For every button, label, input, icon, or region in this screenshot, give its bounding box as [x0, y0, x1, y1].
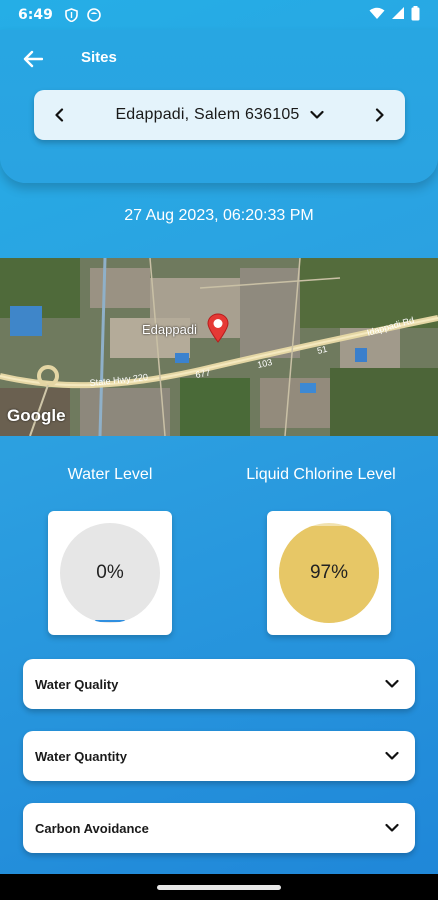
previous-site-button[interactable]	[34, 90, 84, 140]
chevron-right-icon	[375, 108, 384, 122]
chlorine-level-gauge: 97%	[279, 523, 379, 623]
chevron-down-icon	[383, 675, 401, 693]
status-time: 6:49	[18, 7, 53, 23]
home-gesture-handle[interactable]	[157, 884, 281, 890]
status-right-group	[369, 5, 420, 25]
chlorine-level-title: Liquid Chlorine Level	[246, 466, 396, 483]
google-logo: Google	[7, 406, 66, 425]
water-quantity-accordion[interactable]: Water Quantity	[23, 731, 415, 781]
system-navigation-bar	[0, 874, 438, 900]
chevron-left-icon	[55, 108, 64, 122]
chlorine-level-card[interactable]: 97%	[267, 511, 391, 635]
wifi-icon	[369, 7, 385, 24]
chevron-down-icon	[309, 110, 324, 119]
site-name: Edappadi, Salem 636105	[115, 106, 300, 123]
map-pin-icon[interactable]	[207, 313, 229, 347]
water-level-title: Water Level	[67, 466, 153, 483]
map-place-label: Edappadi	[142, 322, 197, 337]
accordion-label: Water Quantity	[35, 748, 127, 764]
chevron-down-icon	[383, 747, 401, 765]
status-bar: 6:49	[0, 0, 438, 30]
reading-timestamp: 27 Aug 2023, 06:20:33 PM	[124, 207, 314, 224]
page-title: Sites	[81, 49, 117, 66]
accordion-label: Carbon Avoidance	[35, 820, 149, 836]
site-dropdown[interactable]: Edappadi, Salem 636105	[84, 106, 355, 124]
back-button[interactable]	[20, 46, 46, 72]
chevron-down-icon	[383, 819, 401, 837]
smiley-icon	[87, 8, 101, 22]
signal-icon	[391, 6, 405, 24]
carbon-avoidance-accordion[interactable]: Carbon Avoidance	[23, 803, 415, 853]
next-site-button[interactable]	[355, 90, 405, 140]
water-level-card[interactable]: 0%	[48, 511, 172, 635]
water-level-indicator	[95, 620, 125, 622]
battery-icon	[411, 5, 420, 25]
shield-icon	[65, 8, 79, 22]
water-level-value: 0%	[96, 562, 124, 583]
water-quality-accordion[interactable]: Water Quality	[23, 659, 415, 709]
site-selector: Edappadi, Salem 636105	[34, 90, 405, 140]
header: Sites Edappadi, Salem 636105	[0, 30, 438, 183]
chlorine-level-value: 97%	[309, 562, 349, 583]
water-level-gauge: 0%	[60, 523, 160, 623]
accordion-label: Water Quality	[35, 676, 119, 692]
arrow-left-icon	[23, 50, 43, 68]
